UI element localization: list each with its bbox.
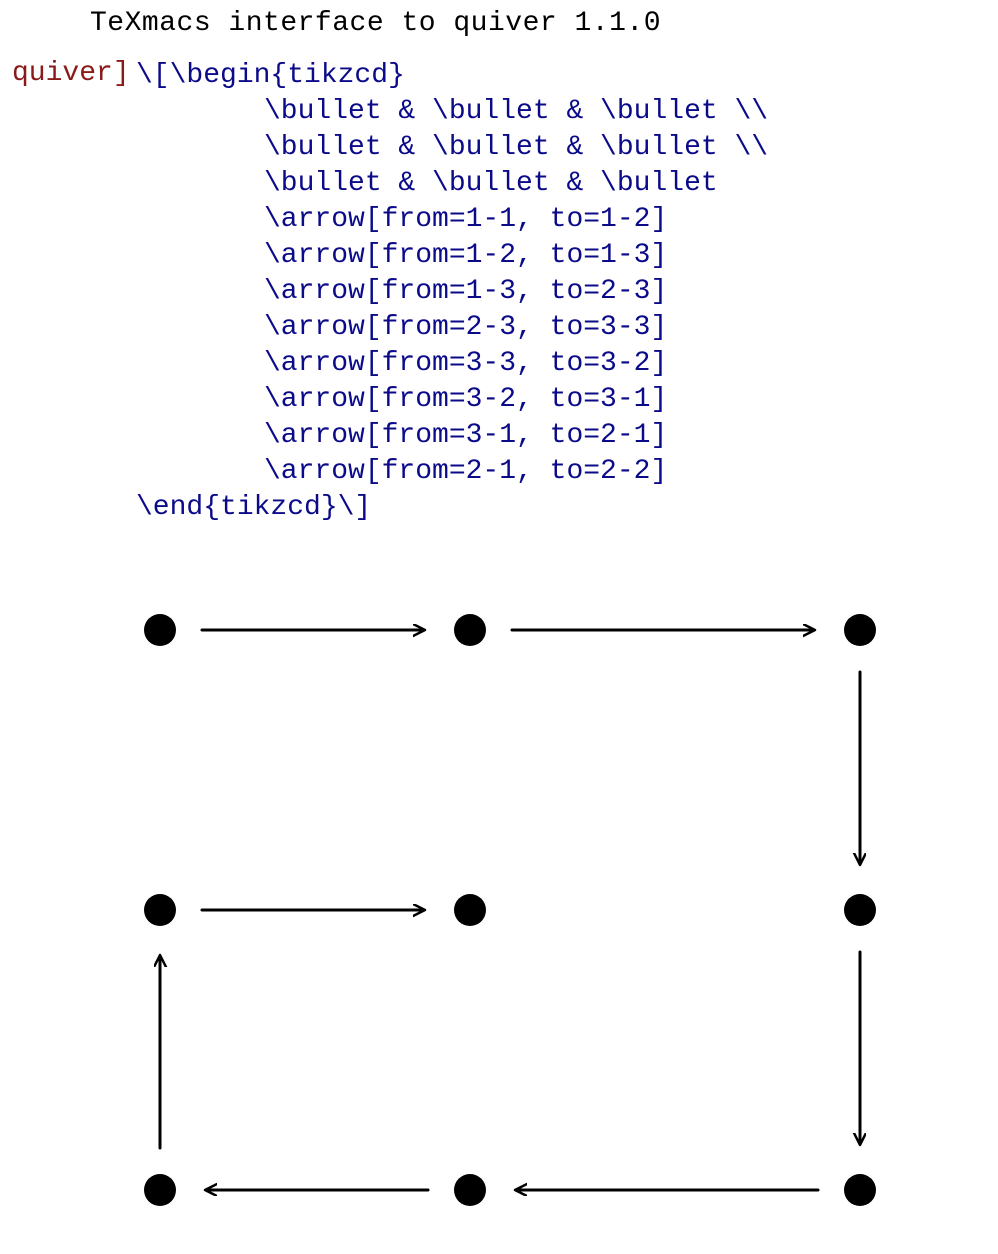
tex-close: \end{tikzcd}\] [136,492,371,523]
tex-row-1: \bullet & \bullet & \bullet \\ [136,96,768,127]
bullet-node [454,894,486,926]
bullet-node [844,894,876,926]
tex-arrow-8: \arrow[from=2-1, to=2-2] [136,456,667,487]
bullet-node [844,614,876,646]
tex-arrow-3: \arrow[from=1-3, to=2-3] [136,276,667,307]
tex-arrow-1: \arrow[from=1-1, to=1-2] [136,204,667,235]
bullet-node [454,614,486,646]
diagram-svg [40,590,960,1240]
rendered-diagram [40,590,960,1240]
tex-arrow-7: \arrow[from=3-1, to=2-1] [136,420,667,451]
texmacs-session: TeXmacs interface to quiver 1.1.0 quiver… [0,0,998,1254]
tex-open: \[\begin{tikzcd} [136,60,405,91]
bullet-node [454,1174,486,1206]
bullet-node [144,894,176,926]
bullet-node [144,1174,176,1206]
input-line[interactable]: quiver] [12,58,130,89]
bullet-node [844,1174,876,1206]
tex-arrow-2: \arrow[from=1-2, to=1-3] [136,240,667,271]
tex-arrow-4: \arrow[from=2-3, to=3-3] [136,312,667,343]
latex-input[interactable]: \[\begin{tikzcd} \bullet & \bullet & \bu… [136,58,768,526]
tex-arrow-5: \arrow[from=3-3, to=3-2] [136,348,667,379]
tex-arrow-6: \arrow[from=3-2, to=3-1] [136,384,667,415]
bullet-node [144,614,176,646]
session-title: TeXmacs interface to quiver 1.1.0 [90,8,661,39]
tex-row-2: \bullet & \bullet & \bullet \\ [136,132,768,163]
tex-row-3: \bullet & \bullet & \bullet [136,168,718,199]
prompt-label: quiver] [12,58,130,89]
